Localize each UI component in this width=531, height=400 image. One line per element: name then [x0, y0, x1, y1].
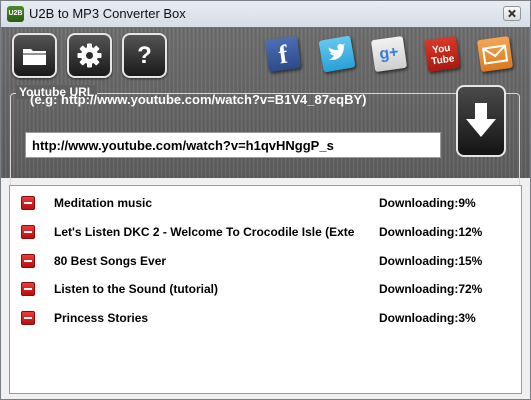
youtube-icon[interactable]: You Tube [423, 35, 461, 73]
open-folder-button[interactable] [12, 33, 57, 78]
list-item[interactable]: 80 Best Songs Ever Downloading:15% [10, 250, 521, 274]
remove-icon[interactable] [21, 225, 35, 239]
twitter-icon[interactable] [318, 35, 356, 73]
remove-icon[interactable] [21, 196, 35, 210]
item-title: 80 Best Songs Ever [54, 254, 167, 268]
url-example-text: (e.g: http://www.youtube.com/watch?v=B1V… [30, 92, 367, 107]
title-bar: U2B U2B to MP3 Converter Box [1, 1, 530, 28]
item-title: Meditation music [54, 196, 153, 210]
google-plus-icon[interactable]: g+ [370, 35, 408, 73]
item-status: Downloading:9% [379, 196, 476, 210]
list-item[interactable]: Meditation music Downloading:9% [10, 192, 521, 216]
list-item[interactable]: Let's Listen DKC 2 - Welcome To Crocodil… [10, 221, 521, 245]
window-title: U2B to MP3 Converter Box [29, 6, 186, 21]
url-input[interactable] [25, 132, 441, 158]
help-button[interactable]: ? [122, 33, 167, 78]
folder-icon [23, 49, 46, 65]
arrow-down-icon [466, 103, 496, 137]
list-item[interactable]: Princess Stories Downloading:3% [10, 307, 521, 331]
twitter-bird-icon [328, 43, 346, 60]
list-item[interactable]: Listen to the Sound (tutorial) Downloadi… [10, 278, 521, 302]
item-title: Princess Stories [54, 311, 149, 325]
settings-button[interactable] [67, 33, 112, 78]
item-status: Downloading:15% [379, 254, 483, 268]
app-logo-icon: U2B [7, 6, 24, 22]
app-window: U2B U2B to MP3 Converter Box ? f g+ You … [0, 0, 531, 400]
item-title: Listen to the Sound (tutorial) [54, 282, 218, 296]
remove-icon[interactable] [21, 311, 35, 325]
downloads-list: Meditation music Downloading:9% Let's Li… [9, 185, 522, 394]
download-button[interactable] [456, 85, 506, 157]
google-plus-label: g+ [378, 43, 400, 64]
close-button[interactable] [503, 6, 521, 21]
mail-icon[interactable] [476, 35, 514, 73]
item-status: Downloading:3% [379, 311, 476, 325]
facebook-icon[interactable]: f [264, 35, 302, 73]
remove-icon[interactable] [21, 282, 35, 296]
remove-icon[interactable] [21, 254, 35, 268]
help-icon: ? [137, 42, 152, 69]
gear-icon [77, 43, 102, 68]
envelope-icon [482, 44, 509, 65]
item-status: Downloading:72% [379, 282, 483, 296]
item-title: Let's Listen DKC 2 - Welcome To Crocodil… [54, 225, 354, 239]
item-status: Downloading:12% [379, 225, 483, 239]
